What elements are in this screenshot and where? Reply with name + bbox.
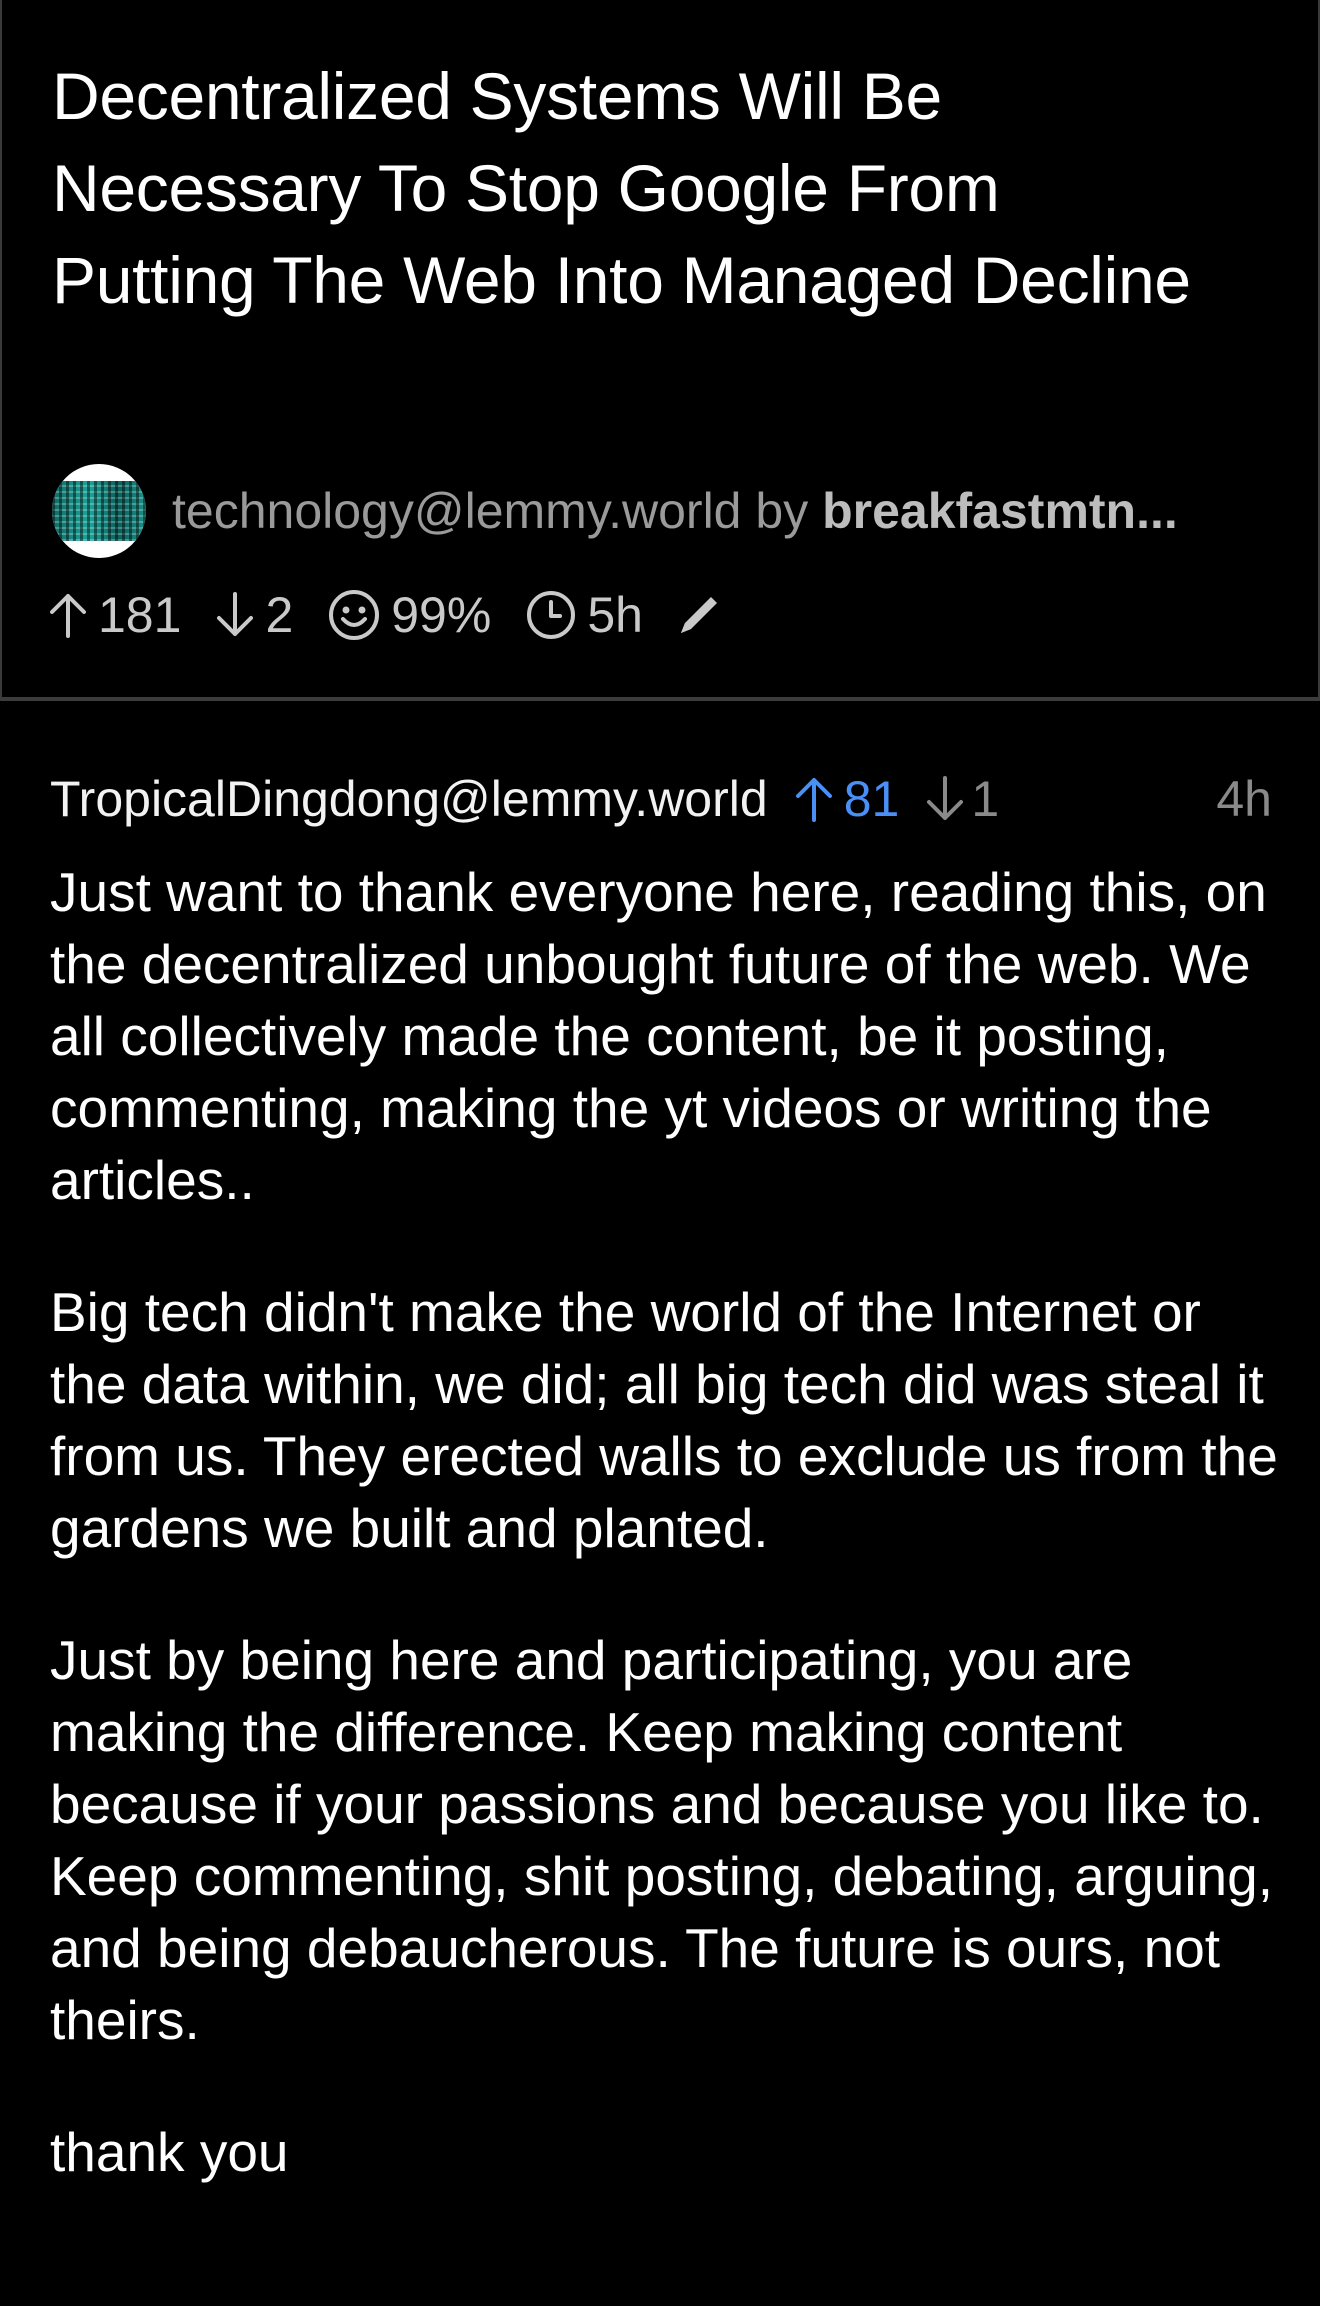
comment-header: TropicalDingdong@lemmy.world 81 1 4h	[50, 764, 1272, 834]
edit-button[interactable]	[671, 587, 727, 643]
score-percent-value: 99%	[391, 587, 492, 643]
community-link[interactable]: technology@lemmy.world	[172, 483, 741, 539]
arrow-down-icon	[927, 776, 964, 820]
downvote-count: 2	[265, 587, 294, 643]
arrow-up-icon	[50, 594, 86, 638]
post-age-value: 5h	[587, 587, 643, 643]
post-divider	[0, 697, 1320, 701]
post-title[interactable]: Decentralized Systems Will Be Necessary …	[52, 50, 1212, 326]
avatar-image	[52, 481, 146, 541]
community-avatar[interactable]	[52, 464, 146, 558]
clock-icon	[527, 591, 576, 639]
smiley-icon	[329, 590, 380, 640]
comment-body[interactable]: Just want to thank everyone here, readin…	[50, 856, 1280, 2248]
comment-upvote-button[interactable]: 81	[794, 770, 900, 828]
comment-paragraph: Big tech didn't make the world of the In…	[50, 1281, 1278, 1559]
post-age: 5h	[525, 586, 643, 644]
comment-age: 4h	[1216, 771, 1272, 827]
comment-paragraph: Just by being here and participating, yo…	[50, 1629, 1273, 2051]
upvote-button[interactable]: 181	[48, 586, 181, 644]
post-byline: technology@lemmy.world by breakfastmtn..…	[172, 481, 1178, 541]
comment-downvote-button[interactable]: 1	[925, 770, 999, 828]
comment-upvote-count: 81	[843, 771, 900, 827]
downvote-button[interactable]: 2	[215, 586, 293, 644]
comment-paragraph: Just want to thank everyone here, readin…	[50, 861, 1267, 1211]
comment-author-link[interactable]: TropicalDingdong@lemmy.world	[50, 770, 768, 828]
post-meta: technology@lemmy.world by breakfastmtn..…	[52, 462, 1178, 560]
upvote-count: 181	[98, 587, 182, 643]
arrow-down-icon	[217, 592, 254, 636]
by-label: by	[755, 483, 809, 539]
arrow-up-icon	[795, 778, 832, 822]
pencil-icon	[680, 597, 717, 633]
post-author-link[interactable]: breakfastmtn...	[822, 483, 1178, 539]
post-stats: 181 2 99% 5h	[48, 580, 727, 650]
post-card[interactable]: Decentralized Systems Will Be Necessary …	[0, 0, 1320, 700]
comment-downvote-count: 1	[971, 771, 1000, 827]
score-percent: 99%	[327, 586, 491, 644]
comment-paragraph: thank you	[50, 2121, 289, 2183]
